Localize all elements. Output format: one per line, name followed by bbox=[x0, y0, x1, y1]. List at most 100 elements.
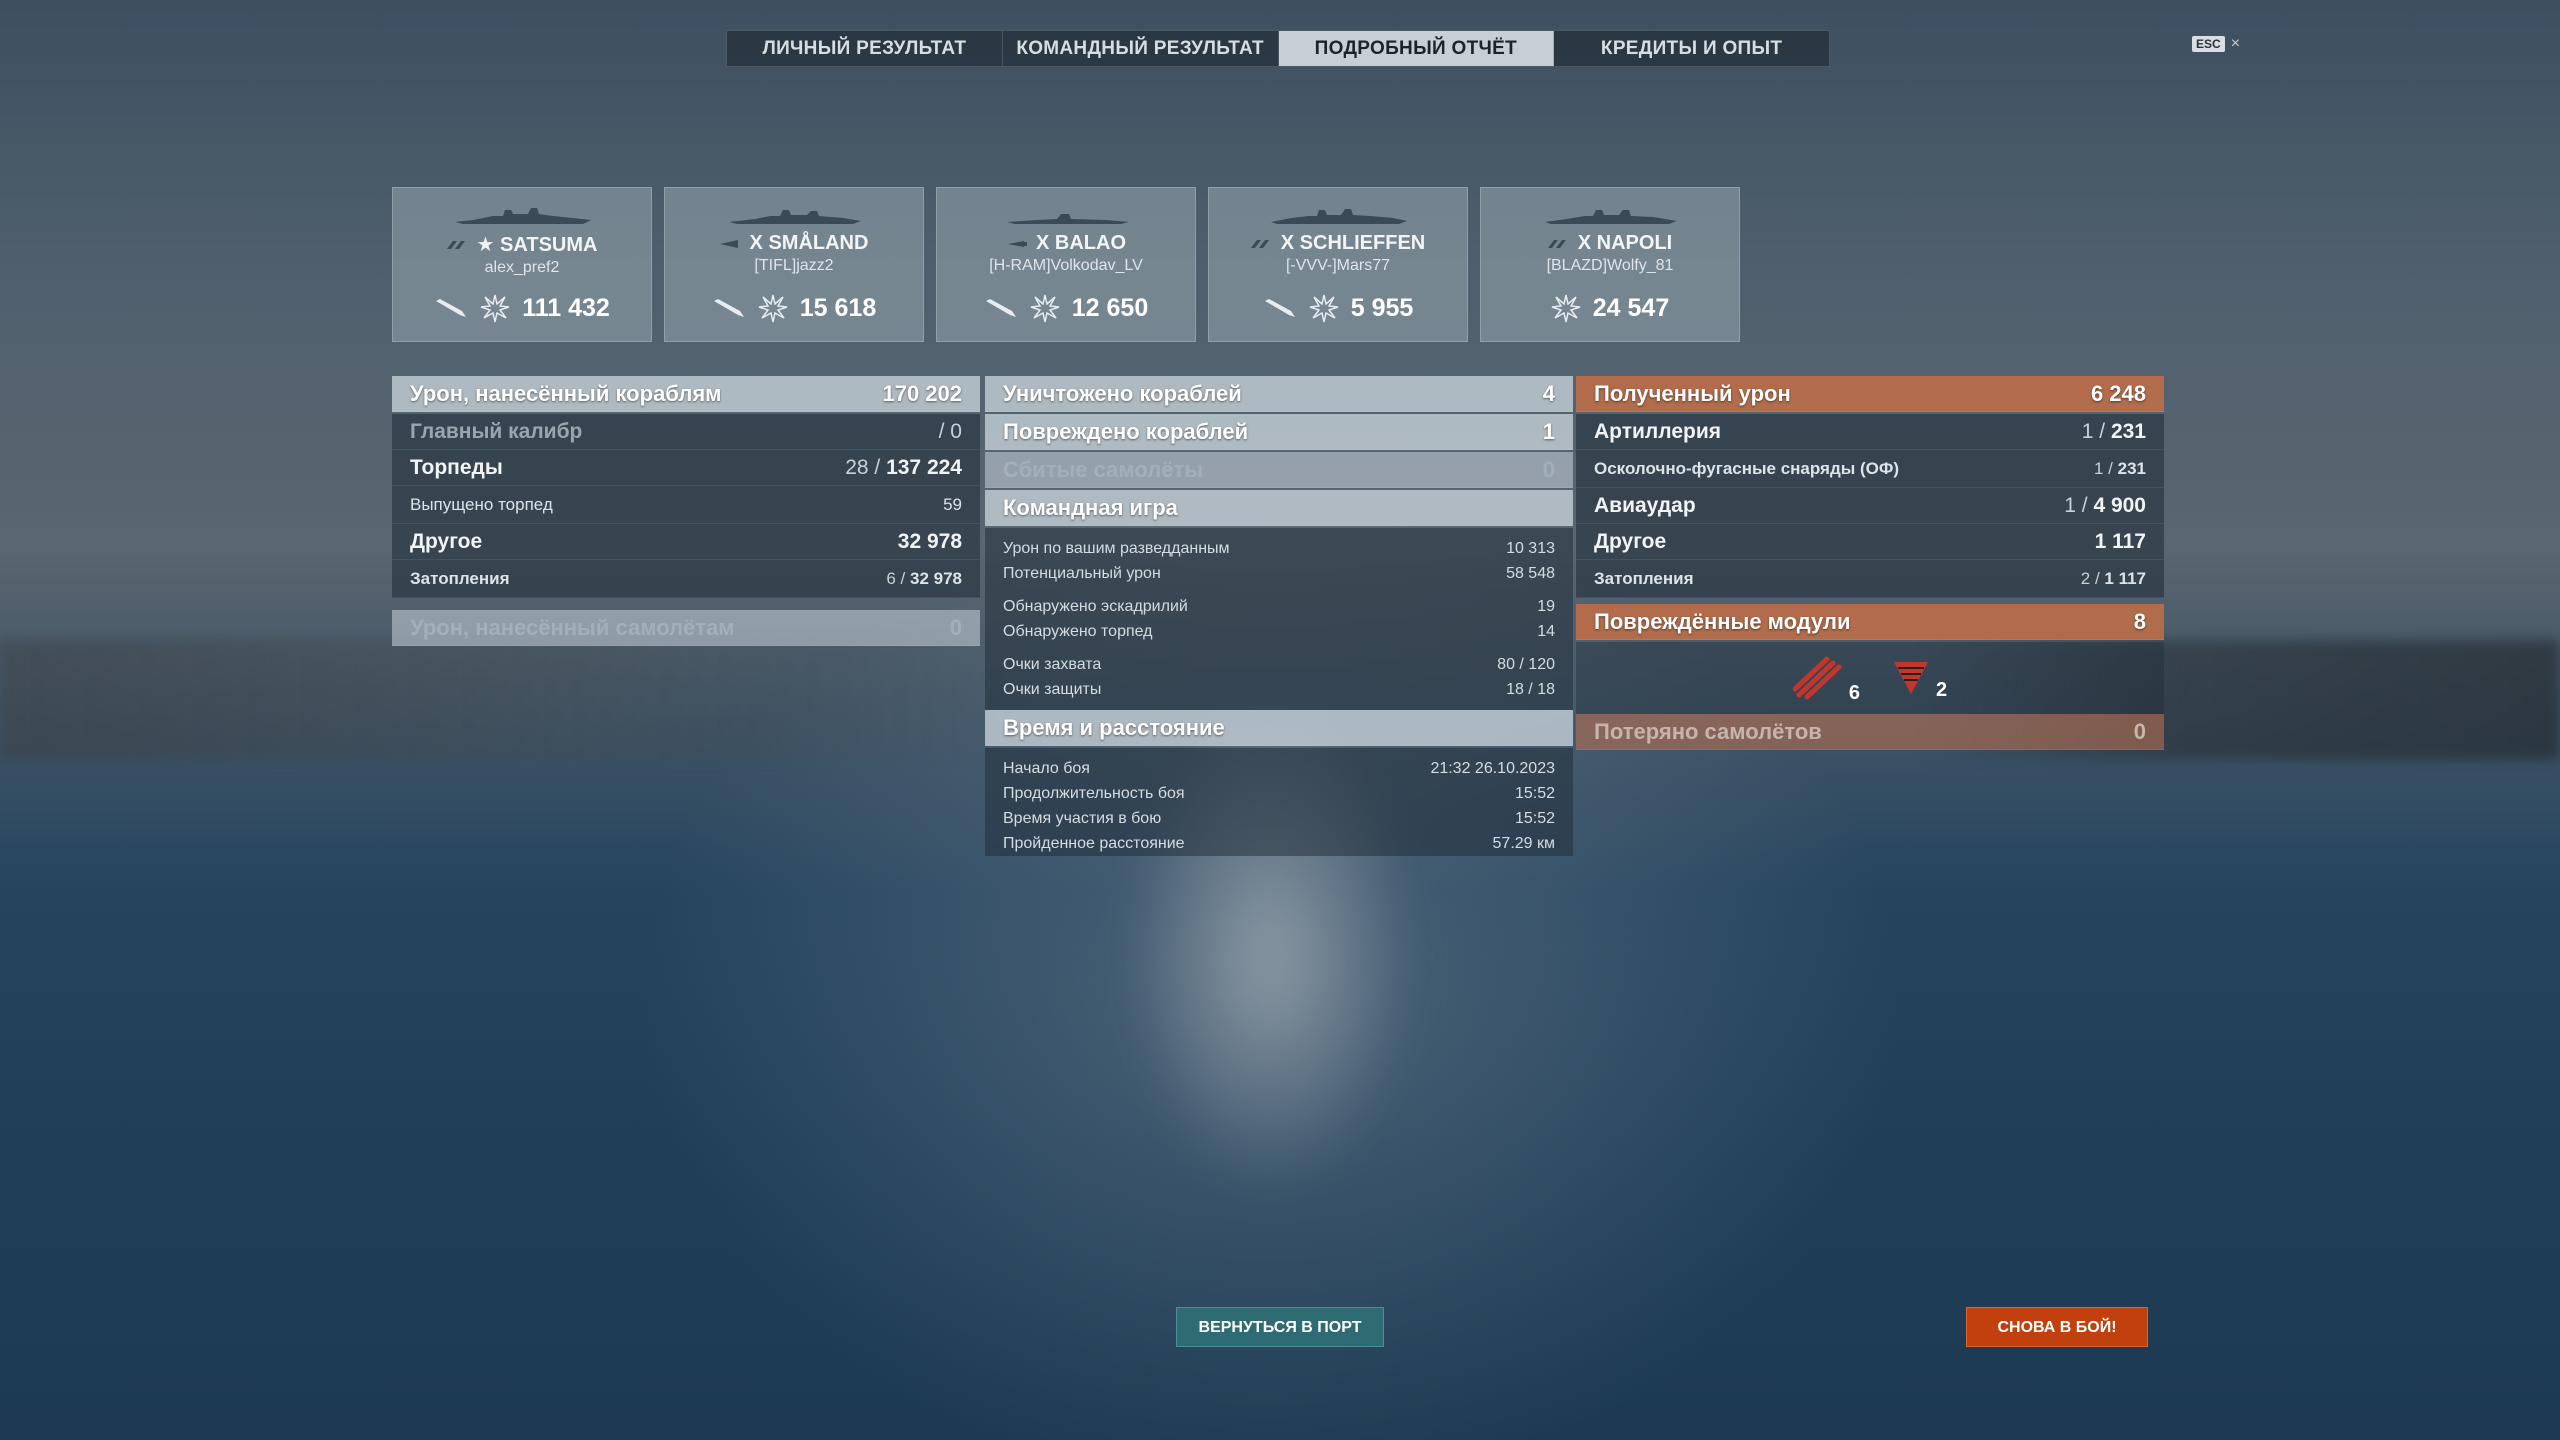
time-label: Продолжительность боя bbox=[1003, 784, 1185, 802]
ship-card[interactable]: ★ SATSUMA alex_pref2 111 432 bbox=[392, 187, 652, 342]
team-play-label: Обнаружено эскадрилий bbox=[1003, 597, 1188, 615]
cruiser-class-icon bbox=[1547, 239, 1566, 248]
damaged-modules-header[interactable]: Повреждённые модули 8 bbox=[1576, 604, 2164, 640]
ships-destroyed-value: 4 bbox=[1542, 380, 1555, 406]
ships-destroyed-label: Уничтожено кораблей bbox=[1003, 380, 1242, 406]
flooding-received-row: Затопления 2 / 1 117 bbox=[1576, 560, 2164, 598]
flooding-received-hits: 2 bbox=[2080, 568, 2091, 588]
damage-received-panel: Полученный урон 6 248 Артиллерия 1 / 231… bbox=[1576, 376, 2164, 752]
damage-value: 12 650 bbox=[1071, 293, 1149, 322]
damage-dealt-panel: Урон, нанесённый кораблям 170 202 Главны… bbox=[392, 376, 980, 648]
other-damage-row[interactable]: Другое 32 978 bbox=[392, 524, 980, 560]
artillery-row[interactable]: Артиллерия 1 / 231 bbox=[1576, 414, 2164, 450]
plane-damage-label: Урон, нанесённый самолётам bbox=[410, 614, 735, 640]
he-shells-label: Осколочно-фугасные снаряды (ОФ) bbox=[1594, 458, 1900, 478]
other-received-row[interactable]: Другое 1 117 bbox=[1576, 524, 2164, 560]
main-caliber-row[interactable]: Главный калибр / 0 bbox=[392, 414, 980, 450]
ship-card[interactable]: X SCHLIEFFEN [-VVV-]Mars77 5 955 bbox=[1208, 187, 1468, 342]
ship-name: X SCHLIEFFEN bbox=[1280, 232, 1426, 254]
damage-value: 24 547 bbox=[1592, 293, 1670, 322]
planes-lost-value: 0 bbox=[2133, 718, 2146, 744]
damage-dealt-label: Урон, нанесённый кораблям bbox=[410, 380, 722, 406]
torpedo-icon bbox=[1264, 299, 1295, 317]
torpedoes-fired-label: Выпущено торпед bbox=[410, 494, 553, 514]
team-play-label: Урон по вашим разведданным bbox=[1003, 539, 1230, 557]
time-row: Продолжительность боя 15:52 bbox=[985, 781, 1573, 806]
torpedo-icon bbox=[436, 299, 467, 317]
artillery-label: Артиллерия bbox=[1594, 419, 1721, 443]
steering-count: 2 bbox=[1936, 679, 1948, 701]
steering-gear-icon bbox=[1894, 662, 1928, 694]
tab-detailed-report[interactable]: ПОДРОБНЫЙ ОТЧЁТ bbox=[1278, 31, 1555, 66]
team-play-value: 18 / 18 bbox=[1506, 680, 1555, 698]
damage-received-total: 6 248 bbox=[2090, 380, 2146, 406]
planes-shot-label: Сбитые самолёты bbox=[1003, 456, 1204, 482]
time-value: 57.29 км bbox=[1492, 834, 1555, 852]
time-value: 15:52 bbox=[1514, 784, 1555, 802]
time-distance-header: Время и расстояние bbox=[985, 710, 1573, 746]
torpedo-icon bbox=[985, 299, 1016, 317]
ship-name: X BALAO bbox=[1035, 232, 1126, 254]
module-steering[interactable]: 2 bbox=[1890, 658, 1947, 701]
tab-team-result[interactable]: КОМАНДНЫЙ РЕЗУЛЬТАТ bbox=[1003, 31, 1279, 66]
return-to-port-button[interactable]: ВЕРНУТЬСЯ В ПОРТ bbox=[1176, 1307, 1384, 1347]
time-row: Начало боя 21:32 26.10.2023 bbox=[985, 756, 1573, 781]
ship-card[interactable]: X SMÅLAND [TIFL]jazz2 15 618 bbox=[664, 187, 924, 342]
damage-dealt-header[interactable]: Урон, нанесённый кораблям 170 202 bbox=[392, 376, 980, 412]
damage-burst-icon bbox=[1309, 294, 1338, 323]
team-play-value: 80 / 120 bbox=[1497, 655, 1555, 673]
torpedo-tubes-count: 6 bbox=[1848, 682, 1860, 704]
flooding-dealt-hits: 6 bbox=[886, 568, 896, 588]
tab-credits-xp[interactable]: КРЕДИТЫ И ОПЫТ bbox=[1554, 31, 1829, 66]
other-damage-label: Другое bbox=[410, 529, 483, 553]
module-torpedo-tubes[interactable]: 6 bbox=[1792, 655, 1860, 704]
damage-burst-icon bbox=[1030, 294, 1060, 323]
battle-again-button[interactable]: СНОВА В БОЙ! bbox=[1966, 1307, 2148, 1347]
ship-silhouette-icon bbox=[455, 208, 591, 224]
team-play-value: 10 313 bbox=[1506, 539, 1555, 557]
airstrike-hits: 1 bbox=[2064, 493, 2076, 517]
he-shells-damage: 231 bbox=[2117, 458, 2146, 478]
team-play-value: 19 bbox=[1537, 597, 1555, 615]
flooding-dealt-value: 32 978 bbox=[910, 568, 962, 588]
ship-card[interactable]: X BALAO [H-RAM]Volkodav_LV 12 650 bbox=[936, 187, 1196, 342]
damage-dealt-total: 170 202 bbox=[882, 380, 962, 406]
time-label: Время участия в бою bbox=[1003, 809, 1162, 827]
damage-value: 111 432 bbox=[522, 293, 610, 322]
player-name: [TIFL]jazz2 bbox=[754, 257, 834, 274]
torpedoes-row[interactable]: Торпеды 28 / 137 224 bbox=[392, 450, 980, 486]
team-play-row: Очки захвата 80 / 120 bbox=[985, 652, 1573, 677]
flooding-dealt-row: Затопления 6 / 32 978 bbox=[392, 560, 980, 598]
close-button[interactable]: ESC × bbox=[2192, 35, 2240, 53]
esc-key-label: ESC bbox=[2192, 36, 2225, 52]
ships-damaged-label: Повреждено кораблей bbox=[1003, 418, 1249, 444]
ship-silhouette-icon bbox=[1007, 214, 1129, 224]
flooding-received-damage: 1 117 bbox=[2104, 568, 2146, 588]
damaged-modules-label: Повреждённые модули bbox=[1594, 608, 1851, 634]
team-play-title: Командная игра bbox=[1003, 494, 1178, 520]
time-value: 21:32 26.10.2023 bbox=[1430, 759, 1555, 777]
plane-damage-header[interactable]: Урон, нанесённый самолётам 0 bbox=[392, 610, 980, 646]
plane-damage-value: 0 bbox=[949, 614, 962, 640]
results-tabs: ЛИЧНЫЙ РЕЗУЛЬТАТ КОМАНДНЫЙ РЕЗУЛЬТАТ ПОД… bbox=[726, 30, 1830, 67]
submarine-class-icon bbox=[1007, 240, 1027, 247]
time-distance-title: Время и расстояние bbox=[1003, 714, 1225, 740]
damage-received-header[interactable]: Полученный урон 6 248 bbox=[1576, 376, 2164, 412]
airstrike-row[interactable]: Авиаудар 1 / 4 900 bbox=[1576, 488, 2164, 524]
tab-personal-result[interactable]: ЛИЧНЫЙ РЕЗУЛЬТАТ bbox=[727, 31, 1003, 66]
planes-shot-header[interactable]: Сбитые самолёты 0 bbox=[985, 452, 1573, 488]
battleship-class-icon bbox=[446, 240, 465, 249]
torpedo-icon bbox=[713, 299, 744, 317]
main-caliber-value: / 0 bbox=[938, 419, 962, 443]
damage-value: 5 955 bbox=[1350, 293, 1414, 322]
ships-destroyed-header[interactable]: Уничтожено кораблей 4 bbox=[985, 376, 1573, 412]
planes-lost-header[interactable]: Потеряно самолётов 0 bbox=[1576, 714, 2164, 750]
player-name: [H-RAM]Volkodav_LV bbox=[989, 257, 1143, 274]
center-stats-panel: Уничтожено кораблей 4 Повреждено корабле… bbox=[985, 376, 1573, 856]
ships-damaged-header[interactable]: Повреждено кораблей 1 bbox=[985, 414, 1573, 450]
flooding-dealt-label: Затопления bbox=[410, 568, 510, 588]
team-play-value: 14 bbox=[1537, 622, 1555, 640]
damage-burst-icon bbox=[1551, 294, 1581, 323]
ship-card[interactable]: X NAPOLI [BLAZD]Wolfy_81 24 547 bbox=[1480, 187, 1740, 342]
artillery-damage: 231 bbox=[2110, 419, 2146, 443]
